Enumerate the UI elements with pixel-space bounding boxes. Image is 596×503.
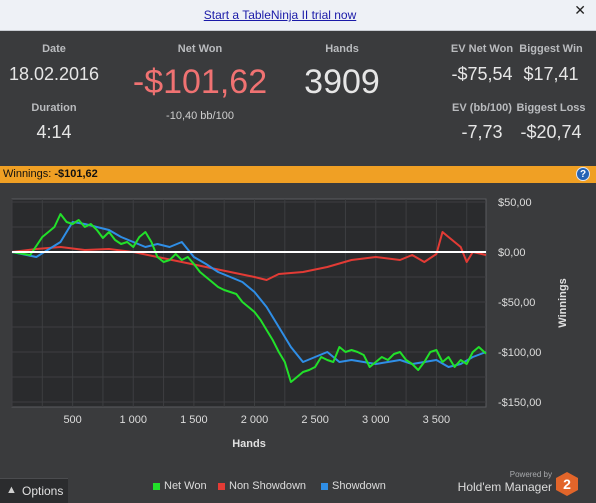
y-tick-labels: $50,00 $0,00 -$50,00 -$100,00 -$150,00	[498, 197, 541, 409]
y-tick-label: $0,00	[498, 247, 526, 259]
legend-non-showdown: Non Showdown	[218, 480, 306, 492]
hands-label: Hands	[325, 43, 359, 55]
ev-bb100-value: -7,73	[461, 122, 503, 142]
duration-label: Duration	[31, 102, 77, 114]
date-label: Date	[42, 43, 66, 55]
winnings-bar: Winnings: -$101,62 ?	[0, 166, 596, 183]
x-tick-label: 1 500	[180, 414, 208, 426]
legend-swatch-non-showdown	[218, 482, 225, 490]
x-tick-label: 3 500	[423, 414, 451, 426]
legend-swatch-net-won	[153, 482, 160, 490]
y-axis-label: Winnings	[557, 278, 569, 327]
x-tick-labels: 500 1 000 1 500 2 000 2 500 3 000 3 500	[63, 414, 450, 426]
legend-showdown: Showdown	[321, 480, 386, 492]
options-label: Options	[22, 484, 64, 498]
session-stats-panel: Date 18.02.2016 Duration 4:14 Net Won -$…	[0, 31, 596, 166]
legend-label-showdown: Showdown	[332, 480, 386, 492]
legend-label-non-showdown: Non Showdown	[229, 480, 307, 492]
ev-net-won-label: EV Net Won	[450, 43, 514, 55]
chevron-up-icon: ▲	[6, 484, 17, 496]
powered-by-text: Powered by	[509, 470, 552, 479]
net-won-value: -$101,62	[132, 63, 268, 101]
biggest-loss-value: -$20,74	[520, 122, 582, 142]
y-tick-label: -$150,00	[498, 397, 541, 409]
x-tick-label: 500	[63, 414, 81, 426]
biggest-win-value: $17,41	[523, 64, 579, 84]
x-axis-label: Hands	[232, 438, 266, 450]
winnings-value: -$101,62	[54, 168, 98, 180]
legend-swatch-showdown	[321, 482, 328, 490]
biggest-loss-label: Biggest Loss	[516, 102, 586, 114]
winnings-summary: Winnings: -$101,62	[3, 168, 98, 180]
tableninja-trial-link[interactable]: Start a TableNinja II trial now	[0, 8, 560, 22]
brand-name: Hold'em Manager	[457, 480, 552, 494]
x-tick-label: 2 000	[241, 414, 269, 426]
y-tick-label: -$100,00	[498, 347, 541, 359]
x-tick-label: 2 500	[301, 414, 329, 426]
date-value: 18.02.2016	[8, 64, 100, 84]
biggest-win-label: Biggest Win	[519, 43, 583, 55]
plot-background	[11, 198, 487, 408]
legend-net-won: Net Won	[153, 480, 207, 492]
y-tick-label: $50,00	[498, 197, 532, 209]
duration-value: 4:14	[36, 122, 72, 142]
trial-banner: Start a TableNinja II trial now ✕	[0, 0, 596, 31]
hands-value: 3909	[304, 63, 380, 101]
x-tick-label: 3 000	[362, 414, 390, 426]
holdem-manager-brand: Powered by Hold'em Manager 2	[418, 470, 578, 500]
options-button[interactable]: ▲ Options	[0, 478, 68, 503]
help-icon[interactable]: ?	[576, 167, 590, 181]
winnings-chart: 500 1 000 1 500 2 000 2 500 3 000 3 500 $50,00…	[11, 197, 569, 450]
ev-bb100-label: EV (bb/100)	[452, 102, 512, 114]
x-tick-label: 1 000	[119, 414, 147, 426]
y-tick-label: -$50,00	[498, 297, 535, 309]
winnings-chart-area: 500 1 000 1 500 2 000 2 500 3 000 3 500 $50,00…	[0, 183, 596, 502]
net-won-bb100: -10,40 bb/100	[166, 110, 234, 122]
net-won-label: Net Won	[177, 43, 223, 55]
ev-net-won-value: -$75,54	[451, 64, 513, 84]
close-icon[interactable]: ✕	[574, 2, 586, 19]
legend-label-net-won: Net Won	[164, 480, 207, 492]
hm2-logo-icon: 2	[556, 472, 578, 496]
winnings-label: Winnings:	[3, 168, 52, 180]
